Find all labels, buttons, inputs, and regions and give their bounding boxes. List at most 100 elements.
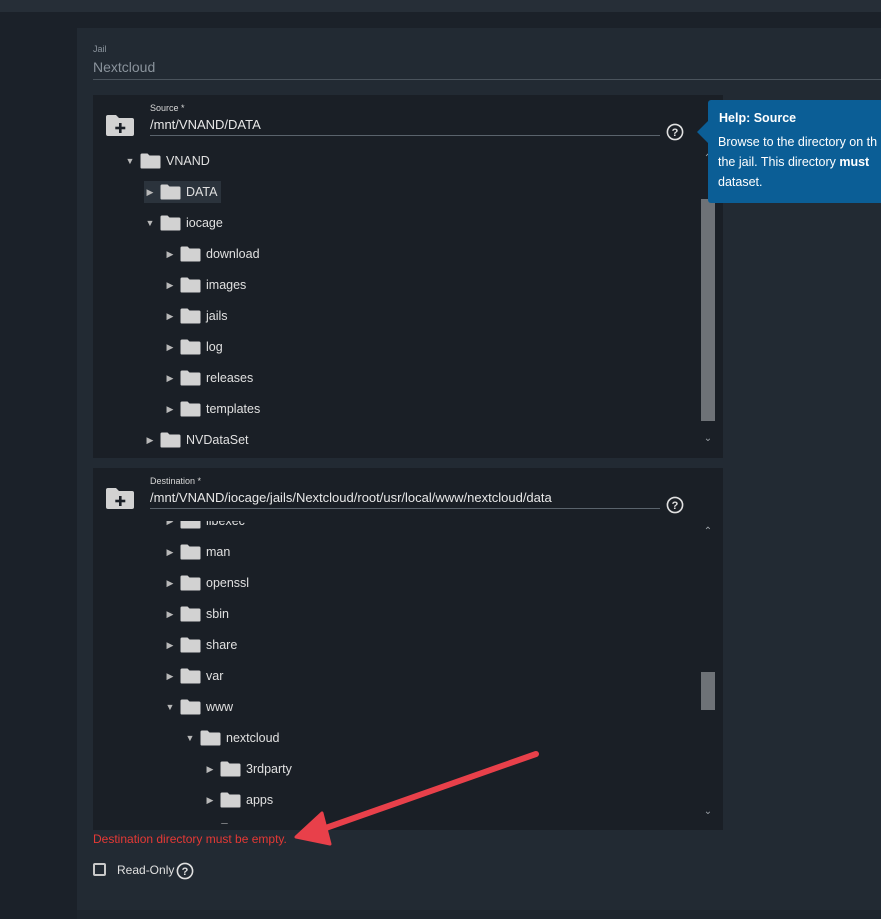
caret-right-icon[interactable]: ▶ bbox=[164, 578, 176, 589]
top-toolbar bbox=[0, 0, 881, 12]
caret-right-icon[interactable]: ▶ bbox=[164, 521, 176, 527]
help-tooltip: Help: Source Browse to the directory on … bbox=[708, 100, 881, 203]
folder-icon bbox=[180, 308, 201, 324]
destination-tree-scrollbar[interactable]: ⌃ ⌄ bbox=[701, 526, 715, 824]
caret-right-icon[interactable]: ▶ bbox=[144, 435, 156, 446]
source-path-input[interactable]: /mnt/VNAND/DATA bbox=[150, 117, 261, 132]
tree-node-label: VNAND bbox=[166, 154, 210, 168]
help-circle-icon[interactable]: ? bbox=[666, 496, 684, 514]
tree-node-label: releases bbox=[206, 371, 254, 385]
tree-node[interactable]: ▶ DATA bbox=[144, 181, 222, 203]
caret-right-icon[interactable]: ▶ bbox=[204, 795, 216, 806]
tree-node-label: iocage bbox=[186, 216, 223, 230]
tree-node[interactable]: ▶ NVDataSet bbox=[144, 429, 249, 451]
tree-node-label: NVDataSet bbox=[186, 433, 249, 447]
source-scrollbar-thumb[interactable] bbox=[701, 199, 715, 421]
tree-node[interactable]: ▶ sbin bbox=[164, 603, 229, 625]
tree-node[interactable]: ▶ log bbox=[164, 336, 223, 358]
source-input-underline bbox=[150, 135, 660, 136]
caret-right-icon[interactable]: ▶ bbox=[144, 187, 156, 198]
scroll-down-arrow-icon[interactable]: ⌄ bbox=[701, 806, 715, 817]
folder-icon bbox=[180, 637, 201, 653]
caret-down-icon[interactable]: ▼ bbox=[184, 733, 196, 743]
caret-right-icon[interactable]: ▶ bbox=[164, 404, 176, 415]
tree-node-label: templates bbox=[206, 402, 261, 416]
form-card-footer bbox=[77, 910, 881, 919]
folder-plus-icon[interactable] bbox=[105, 486, 135, 510]
folder-icon bbox=[160, 432, 181, 448]
folder-icon bbox=[160, 215, 181, 231]
tree-node[interactable]: ▶ jails bbox=[164, 305, 228, 327]
tree-node[interactable]: ▶ images bbox=[164, 274, 246, 296]
tree-node[interactable]: ▼ nextcloud bbox=[184, 727, 280, 749]
scroll-up-arrow-icon[interactable]: ⌃ bbox=[701, 526, 715, 537]
folder-icon bbox=[180, 339, 201, 355]
caret-right-icon[interactable]: ▶ bbox=[164, 249, 176, 260]
destination-error-message: Destination directory must be empty. bbox=[93, 832, 287, 846]
caret-right-icon[interactable]: ▶ bbox=[204, 764, 216, 775]
folder-icon bbox=[180, 606, 201, 622]
jail-field-underline bbox=[93, 79, 881, 80]
tree-node-label: DATA bbox=[186, 185, 218, 199]
tree-node-label: 3rdparty bbox=[246, 762, 292, 776]
tree-node[interactable]: ▶ 3rdparty bbox=[204, 758, 292, 780]
tree-node[interactable]: ▼ www bbox=[164, 696, 233, 718]
jail-field-label: Jail bbox=[93, 44, 107, 54]
tree-node-label: openssl bbox=[206, 576, 250, 590]
caret-right-icon[interactable]: ▶ bbox=[164, 609, 176, 620]
read-only-checkbox[interactable] bbox=[93, 863, 106, 876]
destination-directory-tree: ▶libexec▶man▶openssl▶sbin▶share▶var▼www▼… bbox=[93, 521, 699, 824]
folder-icon bbox=[220, 823, 228, 824]
destination-path-input[interactable]: /mnt/VNAND/iocage/jails/Nextcloud/root/u… bbox=[150, 490, 552, 505]
tree-node[interactable]: ▶ openssl bbox=[164, 572, 249, 594]
destination-scrollbar-thumb[interactable] bbox=[701, 672, 715, 710]
caret-right-icon[interactable]: ▶ bbox=[164, 547, 176, 558]
tree-node[interactable]: ▶ bbox=[204, 820, 246, 824]
tree-node-label: var bbox=[206, 669, 224, 683]
caret-right-icon[interactable]: ▶ bbox=[164, 373, 176, 384]
scroll-down-arrow-icon[interactable]: ⌄ bbox=[701, 433, 715, 444]
tree-node[interactable]: ▶ var bbox=[164, 665, 223, 687]
folder-icon bbox=[220, 792, 241, 808]
help-tooltip-line: the jail. This directory must bbox=[718, 155, 869, 169]
caret-down-icon[interactable]: ▼ bbox=[124, 156, 136, 166]
tree-node[interactable]: ▶ man bbox=[164, 541, 230, 563]
folder-icon bbox=[200, 730, 221, 746]
help-tooltip-title: Help: Source bbox=[719, 111, 797, 125]
source-explorer-panel: Source * /mnt/VNAND/DATA ? ▼ VNAND ▶ DATA ▼ i… bbox=[93, 95, 723, 458]
tree-node-label: www bbox=[206, 700, 234, 714]
caret-right-icon[interactable]: ▶ bbox=[164, 280, 176, 291]
tree-node[interactable]: ▼ VNAND bbox=[124, 150, 210, 172]
tree-node[interactable]: ▶ download bbox=[164, 243, 260, 265]
tree-node[interactable]: ▼ iocage bbox=[144, 212, 223, 234]
folder-icon bbox=[140, 153, 161, 169]
caret-right-icon[interactable]: ▶ bbox=[164, 640, 176, 651]
caret-right-icon[interactable]: ▶ bbox=[164, 671, 176, 682]
tree-node[interactable]: ▶ libexec bbox=[164, 521, 245, 532]
svg-text:?: ? bbox=[672, 500, 679, 512]
help-circle-icon[interactable]: ? bbox=[666, 123, 684, 141]
folder-icon bbox=[160, 184, 181, 200]
caret-right-icon[interactable]: ▶ bbox=[164, 342, 176, 353]
jail-field-value: Nextcloud bbox=[93, 59, 156, 75]
help-tooltip-line: dataset. bbox=[718, 175, 763, 189]
destination-explorer-panel: Destination * /mnt/VNAND/iocage/jails/Ne… bbox=[93, 468, 723, 830]
caret-down-icon[interactable]: ▼ bbox=[144, 218, 156, 228]
read-only-label[interactable]: Read-Only bbox=[117, 863, 174, 877]
tree-node-label: nextcloud bbox=[226, 731, 280, 745]
tree-node-label: sbin bbox=[206, 607, 229, 621]
help-circle-icon[interactable]: ? bbox=[176, 862, 194, 880]
svg-text:?: ? bbox=[672, 127, 679, 139]
folder-icon bbox=[180, 370, 201, 386]
folder-plus-icon[interactable] bbox=[105, 113, 135, 137]
caret-down-icon[interactable]: ▼ bbox=[164, 702, 176, 712]
tree-node[interactable]: ▶ templates bbox=[164, 398, 260, 420]
source-field-label: Source * bbox=[150, 103, 185, 113]
tree-node[interactable]: ▶ share bbox=[164, 634, 237, 656]
tree-node[interactable]: ▶ releases bbox=[164, 367, 253, 389]
folder-icon bbox=[180, 401, 201, 417]
destination-input-underline bbox=[150, 508, 660, 509]
tree-node[interactable]: ▶ apps bbox=[204, 789, 273, 811]
svg-text:?: ? bbox=[182, 866, 189, 878]
caret-right-icon[interactable]: ▶ bbox=[164, 311, 176, 322]
